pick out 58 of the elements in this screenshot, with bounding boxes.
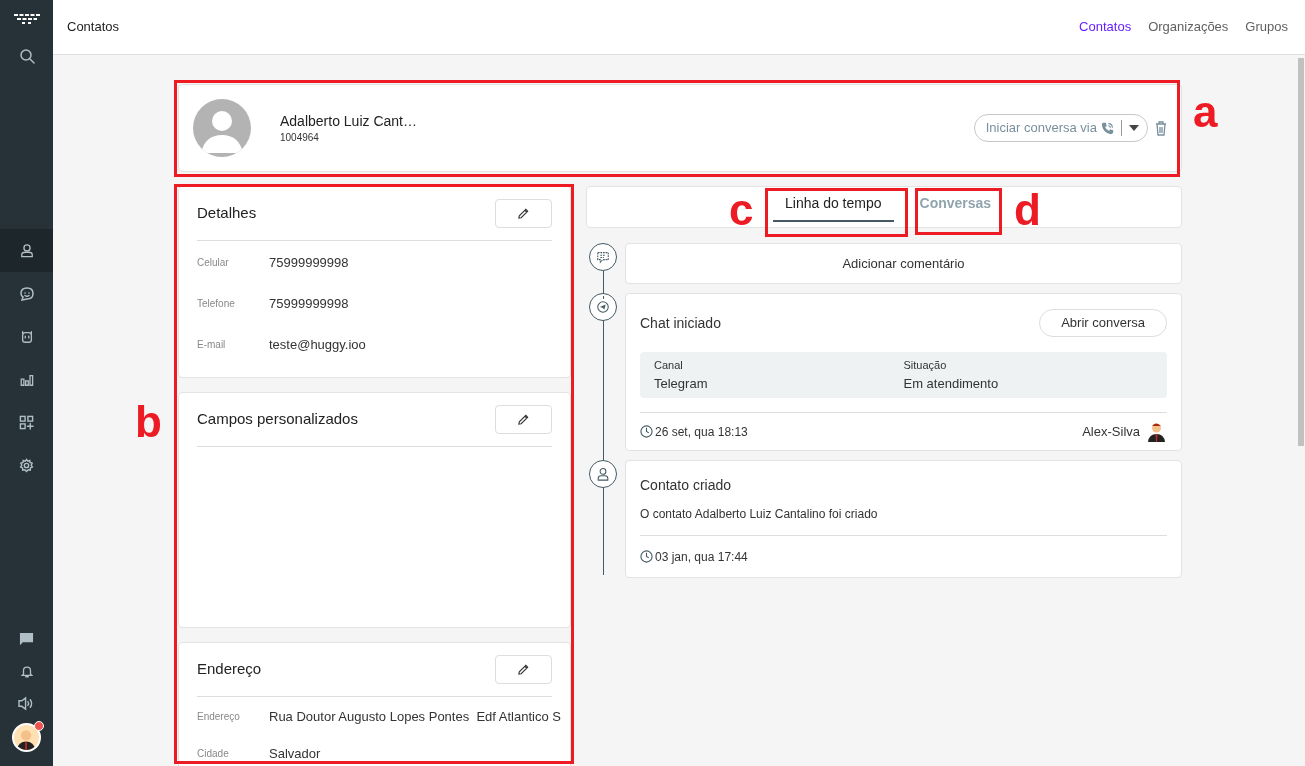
nav-link[interactable]: Grupos: [1245, 17, 1288, 37]
chat-bubble-icon[interactable]: [18, 285, 35, 302]
detail-label: Situação: [903, 358, 948, 373]
person-icon[interactable]: [19, 243, 34, 258]
agent-name: Alex-Silva: [1082, 422, 1140, 441]
field-value: Salvador: [269, 744, 321, 763]
nav-link[interactable]: Organizações: [1148, 17, 1229, 37]
section-title: Endereço: [197, 659, 263, 680]
add-comment-button[interactable]: Adicionar comentário: [625, 243, 1182, 284]
message-icon[interactable]: [19, 631, 34, 647]
annotation-label: c: [729, 186, 754, 234]
detail-label: Canal: [654, 358, 684, 373]
pencil-icon: [517, 663, 530, 676]
clock-icon: [640, 425, 653, 438]
event-title: Contato criado: [640, 475, 733, 495]
detail-value: Em atendimento: [903, 374, 1000, 393]
sidebar-item-selected[interactable]: [0, 229, 53, 272]
phone-icon: [1101, 121, 1114, 135]
field-label: Endereço: [197, 710, 241, 724]
detail-value: Telegram: [654, 374, 709, 393]
field-value: teste@huggy.ioo: [269, 335, 366, 354]
pencil-icon: [517, 413, 530, 426]
pencil-icon: [517, 207, 530, 220]
tab[interactable]: Linha do tempo: [773, 187, 894, 222]
field-label: Celular: [197, 256, 230, 270]
contact-id: 1004964: [280, 130, 320, 145]
field-value: 75999999998: [269, 294, 349, 313]
trash-icon[interactable]: [1155, 120, 1167, 136]
nav-link[interactable]: Contatos: [1079, 17, 1132, 37]
caret-icon: [1129, 125, 1139, 131]
grid-plus-icon[interactable]: [19, 415, 34, 430]
agent-avatar: [1146, 421, 1167, 442]
comment-icon: [596, 250, 610, 264]
search-icon[interactable]: [18, 47, 35, 64]
robot-icon[interactable]: [19, 328, 34, 345]
annotation-label: d: [1014, 186, 1041, 234]
section-title: Detalhes: [197, 203, 258, 224]
field-label: Cidade: [197, 747, 230, 761]
contact-name: Adalberto Luiz Cant…: [280, 111, 417, 130]
annotation-label: b: [135, 398, 162, 446]
user-avatar[interactable]: [12, 723, 41, 752]
logo-icon[interactable]: [12, 12, 41, 25]
field-value: 75999999998: [269, 253, 349, 272]
section-title: Campos personalizados: [197, 409, 359, 430]
settings-icon[interactable]: [19, 458, 34, 473]
event-time: 03 jan, qua 17:44: [640, 547, 748, 566]
page-title: Contatos: [67, 18, 120, 37]
field-label: Telefone: [197, 297, 236, 311]
clock-icon: [640, 550, 653, 563]
field-value: Rua Doutor Augusto Lopes Pontes Edf Atlantico S: [269, 707, 561, 726]
event-title: Chat iniciado: [640, 313, 722, 333]
event-description: O contato Adalberto Luiz Cantalino foi criado: [640, 506, 879, 523]
field-label: E-mail: [197, 338, 227, 352]
send-icon: [596, 300, 610, 314]
bar-chart-icon[interactable]: [19, 372, 34, 387]
annotation-label: a: [1193, 88, 1218, 136]
event-time: 26 set, qua 18:13: [640, 422, 748, 441]
person-icon: [596, 467, 610, 481]
